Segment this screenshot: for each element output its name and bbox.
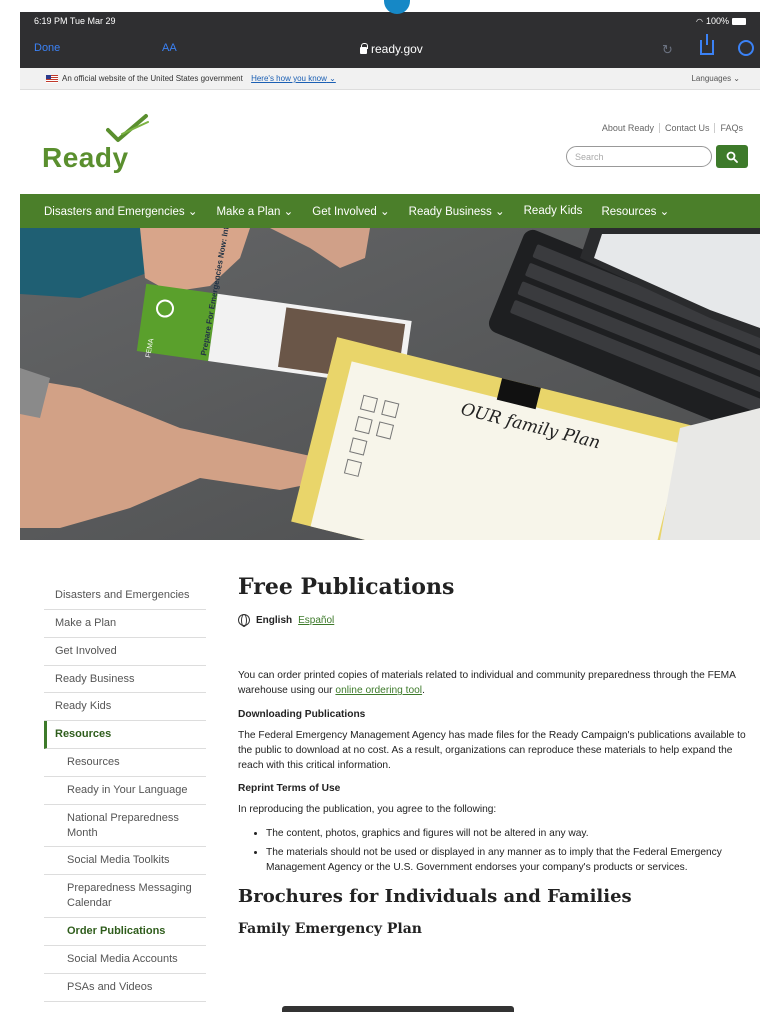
nav-resources-label: Resources bbox=[601, 206, 657, 218]
content-image-edge bbox=[282, 1006, 514, 1012]
search-input[interactable]: Search bbox=[566, 146, 712, 167]
sidebar-item-make-a-plan[interactable]: Make a Plan bbox=[44, 610, 206, 638]
sidebar-subitem-ready-in-your-language[interactable]: Ready in Your Language bbox=[44, 777, 206, 805]
contact-us-link[interactable]: Contact Us bbox=[658, 123, 715, 133]
logo-checkmark-icon bbox=[106, 114, 149, 142]
language-switcher: English Español bbox=[238, 614, 752, 627]
nav-make-a-plan-label: Make a Plan bbox=[216, 206, 281, 218]
battery-icon bbox=[732, 17, 746, 25]
family-plan-heading: Family Emergency Plan bbox=[238, 920, 422, 937]
nav-make-a-plan[interactable]: Make a Plan ⌄ bbox=[216, 204, 293, 218]
nav-ready-kids[interactable]: Ready Kids bbox=[524, 205, 583, 217]
site-header: Ready About Ready Contact Us FAQs Search bbox=[20, 90, 760, 194]
sidebar-subitem-national-preparedness-month[interactable]: National Preparedness Month bbox=[44, 805, 206, 848]
reprint-paragraph: In reproducing the publication, you agre… bbox=[238, 804, 497, 816]
reprint-heading: Reprint Terms of Use bbox=[238, 783, 341, 795]
sidebar-subitem-order-publications[interactable]: Order Publications bbox=[44, 918, 206, 946]
url-text: ready.gov bbox=[371, 42, 423, 56]
sidebar-subitem-social-media-toolkits[interactable]: Social Media Toolkits bbox=[44, 847, 206, 876]
reload-icon[interactable]: ↻ bbox=[662, 42, 673, 58]
languages-dropdown[interactable]: Languages ⌄ bbox=[691, 74, 740, 83]
gov-banner-label: An official website of the United States… bbox=[62, 74, 243, 83]
battery-percent: 100% bbox=[705, 16, 729, 26]
nav-ready-business-label: Ready Business bbox=[408, 206, 492, 218]
languages-label: Languages bbox=[691, 74, 732, 83]
nav-ready-business[interactable]: Ready Business ⌄ bbox=[409, 204, 505, 218]
intro-end: . bbox=[422, 685, 425, 697]
sidebar-subitem-social-media-accounts[interactable]: Social Media Accounts bbox=[44, 946, 206, 974]
intro-paragraph: You can order printed copies of material… bbox=[238, 668, 752, 699]
list-item: The materials should not be used or disp… bbox=[266, 845, 752, 876]
brochures-heading: Brochures for Individuals and Families bbox=[238, 885, 632, 907]
browser-chrome: 6:19 PM Tue Mar 29 ◠ 100% Done AA ready.… bbox=[20, 12, 760, 68]
nav-disasters[interactable]: Disasters and Emergencies ⌄ bbox=[44, 204, 197, 218]
language-current: English bbox=[256, 614, 293, 626]
intro-text: You can order printed copies of material… bbox=[238, 670, 736, 697]
lock-icon bbox=[360, 42, 368, 54]
utility-links: About Ready Contact Us FAQs bbox=[597, 123, 748, 133]
status-bar: 6:19 PM Tue Mar 29 ◠ 100% bbox=[20, 12, 760, 30]
faqs-link[interactable]: FAQs bbox=[714, 123, 748, 133]
hero-image: Prepare For Emergencies Now: Information… bbox=[20, 228, 760, 540]
page-title: Free Publications bbox=[238, 574, 455, 600]
nav-disasters-label: Disasters and Emergencies bbox=[44, 206, 185, 218]
sidebar-item-ready-business[interactable]: Ready Business bbox=[44, 666, 206, 694]
gov-banner: An official website of the United States… bbox=[20, 68, 760, 90]
wifi-icon: ◠ bbox=[695, 16, 703, 26]
online-ordering-link[interactable]: online ordering tool bbox=[335, 685, 422, 696]
main-nav: Disasters and Emergencies ⌄ Make a Plan … bbox=[20, 194, 760, 228]
sidebar-nav: Disasters and Emergencies Make a Plan Ge… bbox=[44, 582, 206, 1002]
text-size-button[interactable]: AA bbox=[162, 42, 177, 54]
browser-toolbar: Done AA ready.gov ↻ bbox=[20, 34, 760, 64]
search-button[interactable] bbox=[716, 145, 748, 168]
how-you-know-label: Here's how you know bbox=[251, 74, 327, 83]
how-you-know-link[interactable]: Here's how you know ⌄ bbox=[251, 74, 336, 83]
globe-icon bbox=[238, 614, 250, 627]
ready-logo[interactable]: Ready bbox=[42, 142, 129, 174]
about-ready-link[interactable]: About Ready bbox=[597, 123, 659, 133]
compass-icon[interactable] bbox=[738, 40, 754, 56]
sidebar-item-ready-kids[interactable]: Ready Kids bbox=[44, 693, 206, 722]
downloading-paragraph: The Federal Emergency Management Agency … bbox=[238, 729, 746, 772]
sidebar-subitem-resources[interactable]: Resources bbox=[44, 749, 206, 777]
share-icon[interactable] bbox=[700, 34, 714, 55]
language-espanol-link[interactable]: Español bbox=[298, 615, 334, 626]
us-flag-icon bbox=[46, 75, 58, 83]
main-content: Free Publications English Español You ca… bbox=[238, 574, 752, 937]
address-bar[interactable]: ready.gov bbox=[360, 42, 423, 56]
hero-illustration: Prepare For Emergencies Now: Information… bbox=[20, 228, 760, 540]
search-icon bbox=[726, 151, 738, 163]
status-time: 6:19 PM Tue Mar 29 bbox=[34, 16, 116, 26]
sidebar-item-get-involved[interactable]: Get Involved bbox=[44, 638, 206, 666]
sidebar-subitem-psas-and-videos[interactable]: PSAs and Videos bbox=[44, 974, 206, 1002]
nav-resources[interactable]: Resources ⌄ bbox=[601, 204, 669, 218]
list-item: The content, photos, graphics and figure… bbox=[266, 826, 752, 841]
sidebar-item-resources[interactable]: Resources bbox=[44, 721, 206, 750]
downloading-heading: Downloading Publications bbox=[238, 708, 366, 720]
sidebar-subitem-messaging-calendar[interactable]: Preparedness Messaging Calendar bbox=[44, 875, 206, 918]
done-button[interactable]: Done bbox=[34, 42, 60, 54]
nav-get-involved-label: Get Involved bbox=[312, 206, 377, 218]
nav-get-involved[interactable]: Get Involved ⌄ bbox=[312, 204, 389, 218]
status-indicators: ◠ 100% bbox=[696, 16, 746, 26]
gov-banner-text: An official website of the United States… bbox=[62, 74, 336, 83]
terms-list: The content, photos, graphics and figure… bbox=[238, 826, 752, 876]
sidebar-item-disasters[interactable]: Disasters and Emergencies bbox=[44, 582, 206, 610]
